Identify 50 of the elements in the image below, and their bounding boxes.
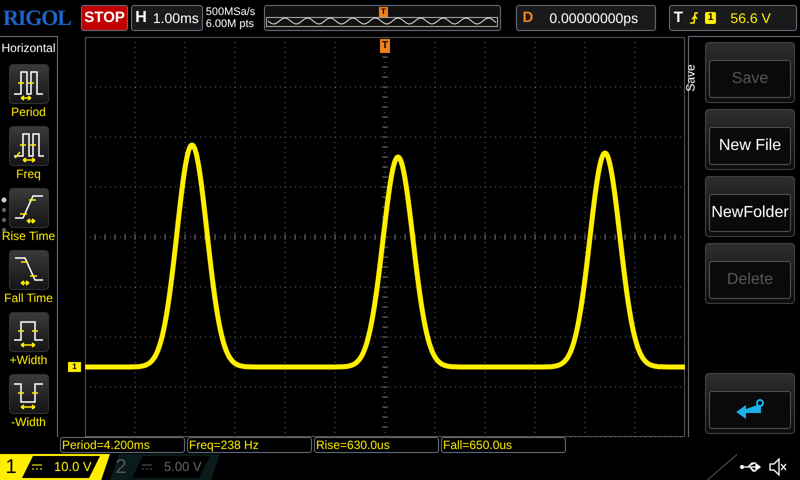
brand-logo: RIGOL — [3, 7, 72, 29]
measure-label: Period — [11, 104, 46, 120]
delay-label: D — [522, 8, 534, 28]
trigger-position-marker: T — [380, 39, 390, 53]
run-stop-button[interactable]: STOP — [80, 5, 128, 31]
measure-label: -Width — [11, 414, 46, 430]
measure-label: Rise Time — [2, 228, 56, 244]
memory-depth: 6.00M pts — [206, 18, 256, 30]
measurement-readout: Period=4.200ms — [60, 437, 185, 453]
trigger-level: 56.6 V — [730, 8, 771, 28]
channel-number: 1 — [4, 455, 18, 480]
softkey-button[interactable]: NewFolder — [705, 176, 795, 237]
menu-title: Horizontal — [1, 40, 56, 57]
timebase-value: 1.00ms — [152, 8, 199, 28]
dc-coupling-icon — [32, 464, 42, 470]
dc-coupling-icon — [142, 464, 152, 470]
menu-title: Save — [682, 64, 699, 92]
delay-value: 0.00000000ps — [549, 8, 638, 28]
channel-badge[interactable]: 2 5.00 V — [110, 454, 220, 480]
measure-button[interactable] — [8, 188, 48, 228]
measure-label: +Width — [10, 352, 48, 368]
measurement-readout: Freq=238 Hz — [187, 437, 312, 453]
sample-rate: 500MSa/s — [206, 6, 256, 18]
speaker-muted-icon — [768, 458, 788, 476]
channel-badge[interactable]: 1 10.0 V — [0, 454, 110, 480]
measure-button[interactable] — [8, 64, 48, 104]
trigger-box[interactable]: T 1 56.6 V — [668, 5, 797, 31]
measurement-readout: Fall=650.0us — [441, 437, 566, 453]
trigger-source: 1 — [704, 12, 716, 24]
trigger-label: T — [674, 8, 683, 28]
delay-box[interactable]: D 0.00000000ps — [516, 5, 656, 31]
measure-label: Fall Time — [4, 290, 53, 306]
measure-button[interactable] — [8, 374, 48, 414]
measure-label: Freq — [16, 166, 41, 182]
channel-ground-marker: 1 — [68, 362, 81, 372]
timebase-label: H — [135, 8, 147, 28]
measurement-readout: Rise=630.0us — [314, 437, 439, 453]
divider-line — [707, 454, 737, 480]
softkey-button[interactable]: New File — [705, 109, 795, 170]
measure-button[interactable] — [8, 126, 48, 166]
channel-number: 2 — [114, 455, 128, 480]
timebase-box[interactable]: H 1.00ms — [131, 5, 203, 31]
page-dots-icon — [1, 197, 7, 233]
overview-trigger-marker: T — [378, 7, 388, 17]
measure-button[interactable] — [8, 250, 48, 290]
channel-scale: 5.00 V — [164, 458, 202, 476]
return-button[interactable] — [705, 373, 795, 434]
rising-edge-icon — [688, 11, 699, 25]
channel-scale: 10.0 V — [54, 458, 92, 476]
measure-button[interactable] — [8, 312, 48, 352]
